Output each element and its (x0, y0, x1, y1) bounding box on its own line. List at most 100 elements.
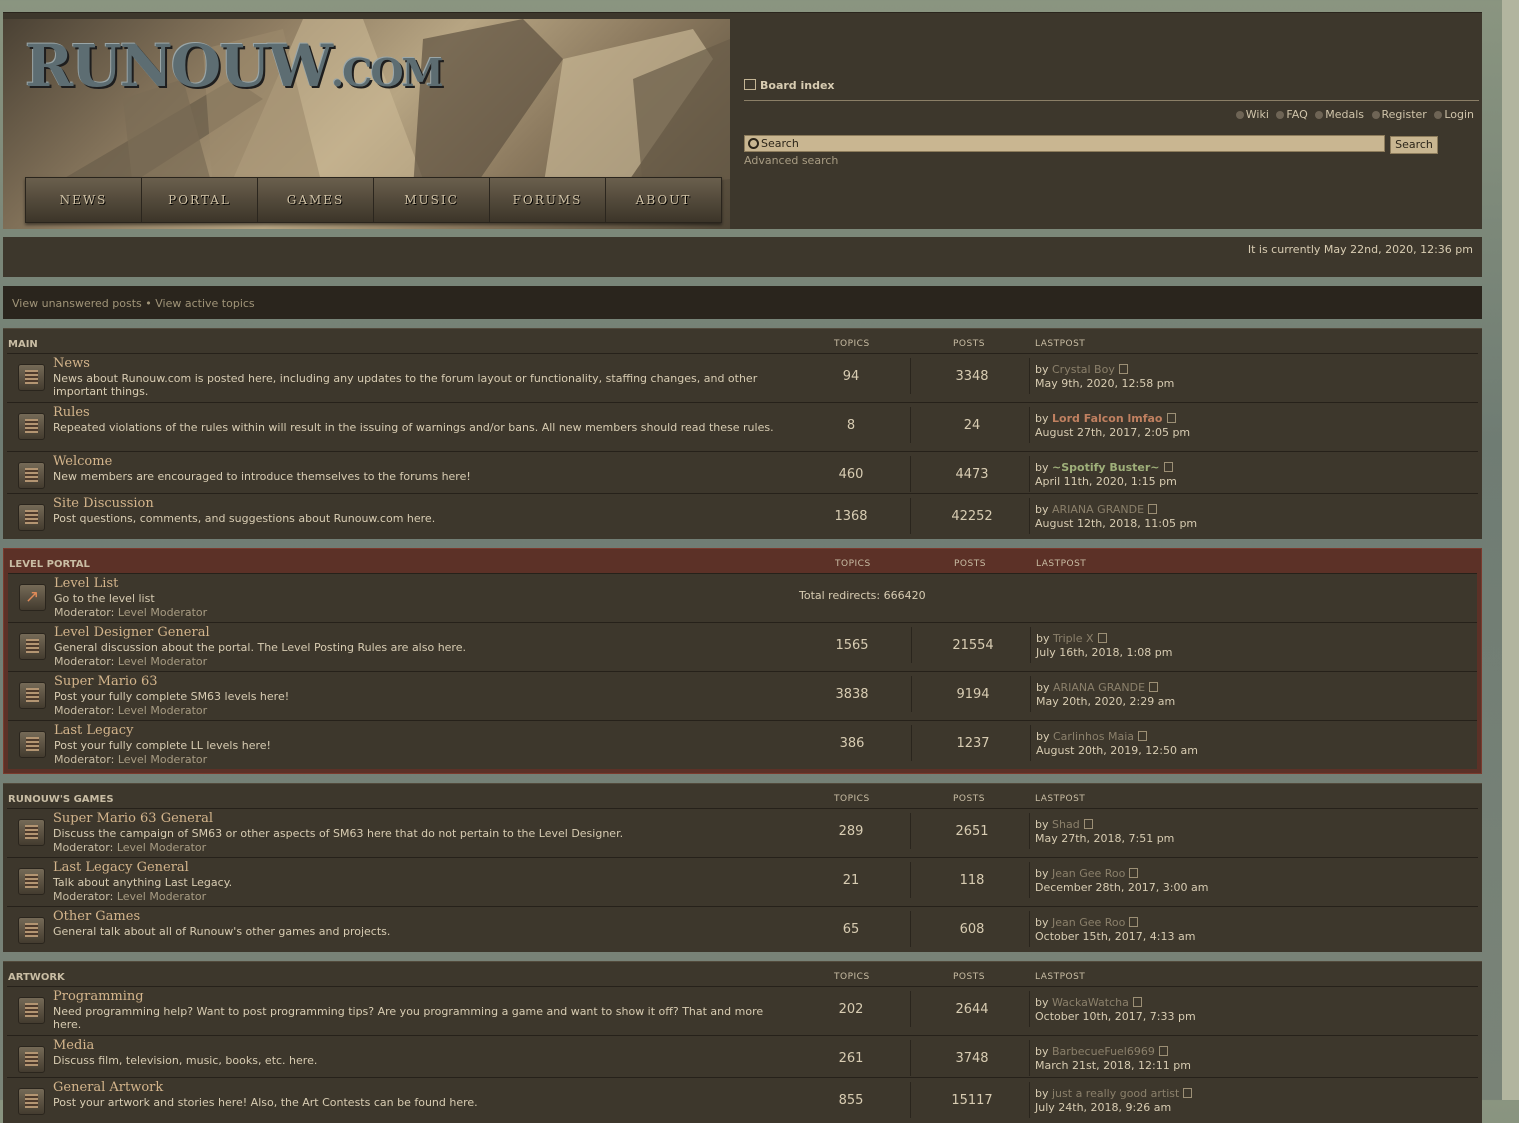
topic-count: 8 (846, 418, 856, 433)
power-icon (1434, 111, 1443, 119)
view-post-icon[interactable] (1129, 868, 1139, 878)
category-header: ARTWORK TOPICS POSTS LASTPOST (7, 966, 1478, 986)
forum-row: Last Legacy General Talk about anything L… (7, 857, 1478, 906)
forum-title[interactable]: Programming (53, 989, 144, 1004)
last-post-author[interactable]: Crystal Boy (1052, 363, 1115, 376)
moderator-link[interactable]: Level Moderator (118, 606, 207, 619)
breadcrumb-board-index[interactable]: Board index (744, 79, 835, 92)
category-name[interactable]: RUNOUW'S GAMES (8, 794, 114, 805)
moderator-link[interactable]: Level Moderator (117, 890, 206, 903)
topic-count: 289 (838, 824, 864, 839)
moderator-link[interactable]: Level Moderator (118, 753, 207, 766)
view-post-icon[interactable] (1083, 819, 1093, 829)
view-post-icon[interactable] (1148, 504, 1158, 514)
forum-title[interactable]: Rules (53, 405, 90, 420)
active-topics-link[interactable]: View active topics (155, 297, 254, 310)
last-post-date: October 10th, 2017, 7:33 pm (1035, 1010, 1196, 1023)
moderator-link[interactable]: Level Moderator (118, 655, 207, 668)
post-count: 24 (963, 418, 981, 433)
medals-link[interactable]: Medals (1315, 108, 1364, 121)
last-post-author[interactable]: just a really good artist (1052, 1087, 1179, 1100)
login-link[interactable]: Login (1434, 108, 1474, 121)
redirect-arrow-icon: ↗ (19, 584, 46, 611)
header: RUNOUW.COM NEWS PORTAL GAMES MUSIC FORUM… (3, 12, 1482, 229)
register-link[interactable]: Register (1371, 108, 1427, 121)
forum-title[interactable]: Other Games (53, 909, 140, 924)
site-logo[interactable]: RUNOUW.COM (25, 37, 444, 95)
category-name[interactable]: ARTWORK (8, 972, 65, 983)
forum-title[interactable]: Last Legacy General (53, 860, 189, 875)
moderator-link[interactable]: Level Moderator (117, 841, 206, 854)
category-name[interactable]: LEVEL PORTAL (9, 559, 90, 570)
last-post-author[interactable]: ~Spotify Buster~ (1052, 461, 1160, 474)
last-post-author[interactable]: Triple X (1053, 632, 1094, 645)
category-name[interactable]: MAIN (8, 339, 38, 350)
view-post-icon[interactable] (1149, 682, 1159, 692)
category-1: LEVEL PORTAL TOPICS POSTS LASTPOST ↗ Level Li… (3, 548, 1482, 774)
nav-music[interactable]: MUSIC (374, 178, 490, 222)
forum-title[interactable]: Media (53, 1038, 94, 1053)
view-post-icon[interactable] (1097, 633, 1107, 643)
view-post-icon[interactable] (1163, 462, 1173, 472)
forum-moderator: Moderator: Level Moderator (53, 841, 207, 854)
last-post-author[interactable]: Jean Gee Roo (1052, 867, 1125, 880)
last-post-author[interactable]: Lord Falcon lmfao (1052, 412, 1163, 425)
faq-link[interactable]: FAQ (1276, 108, 1308, 121)
view-post-icon[interactable] (1118, 364, 1128, 374)
last-post-author[interactable]: BarbecueFuel6969 (1052, 1045, 1155, 1058)
last-post-date: August 20th, 2019, 12:50 am (1036, 744, 1198, 757)
last-post-date: July 16th, 2018, 1:08 pm (1036, 646, 1173, 659)
forum-title[interactable]: Last Legacy (54, 723, 133, 738)
post-count: 118 (959, 873, 985, 888)
view-post-icon[interactable] (1158, 1046, 1168, 1056)
divider (1029, 358, 1030, 394)
divider (910, 862, 911, 898)
last-post-author[interactable]: Jean Gee Roo (1052, 916, 1125, 929)
bullet: • (145, 297, 152, 310)
nav-news[interactable]: NEWS (26, 178, 142, 222)
forum-title[interactable]: News (53, 356, 90, 371)
view-post-icon[interactable] (1183, 1088, 1193, 1098)
last-post-author[interactable]: Carlinhos Maia (1053, 730, 1134, 743)
forum-title[interactable]: Site Discussion (53, 496, 154, 511)
search-input[interactable]: Search (744, 135, 1385, 152)
forum-title[interactable]: General Artwork (53, 1080, 163, 1095)
last-post-date: May 20th, 2020, 2:29 am (1036, 695, 1176, 708)
divider (1029, 498, 1030, 534)
advanced-search-link[interactable]: Advanced search (744, 154, 838, 167)
forum-title[interactable]: Level List (54, 576, 118, 591)
header-right: Board index Wiki FAQ Medals Register Log… (744, 13, 1479, 229)
wiki-link[interactable]: Wiki (1235, 108, 1269, 121)
forum-title[interactable]: Super Mario 63 General (53, 811, 213, 826)
last-post-author[interactable]: ARIANA GRANDE (1052, 503, 1144, 516)
nav-portal[interactable]: PORTAL (142, 178, 258, 222)
topic-count: 3838 (835, 687, 869, 702)
home-icon (744, 79, 756, 90)
nav-about[interactable]: ABOUT (606, 178, 721, 222)
nav-games[interactable]: GAMES (258, 178, 374, 222)
forum-title[interactable]: Super Mario 63 (54, 674, 158, 689)
last-post-author[interactable]: WackaWatcha (1052, 996, 1129, 1009)
forum-row: Super Mario 63 Post your fully complete S… (8, 671, 1477, 720)
search-button[interactable]: Search (1390, 136, 1438, 154)
view-post-icon[interactable] (1132, 997, 1142, 1007)
forum-title[interactable]: Welcome (53, 454, 112, 469)
forum-description: Discuss film, television, music, books, … (53, 1054, 318, 1067)
divider (910, 456, 911, 492)
last-post-author[interactable]: ARIANA GRANDE (1053, 681, 1145, 694)
nav-forums[interactable]: FORUMS (490, 178, 606, 222)
wiki-icon (1235, 111, 1244, 119)
divider (1029, 911, 1030, 947)
moderator-link[interactable]: Level Moderator (118, 704, 207, 717)
category-header: LEVEL PORTAL TOPICS POSTS LASTPOST (8, 553, 1477, 573)
view-post-icon[interactable] (1138, 731, 1147, 741)
last-post-date: May 27th, 2018, 7:51 pm (1035, 832, 1175, 845)
col-lastpost: LASTPOST (1035, 339, 1086, 349)
view-post-icon[interactable] (1166, 413, 1176, 423)
col-posts: POSTS (953, 794, 985, 804)
forum-title[interactable]: Level Designer General (54, 625, 210, 640)
last-post-author[interactable]: Shad (1052, 818, 1080, 831)
col-lastpost: LASTPOST (1035, 794, 1086, 804)
view-post-icon[interactable] (1129, 917, 1139, 927)
unanswered-posts-link[interactable]: View unanswered posts (12, 297, 142, 310)
